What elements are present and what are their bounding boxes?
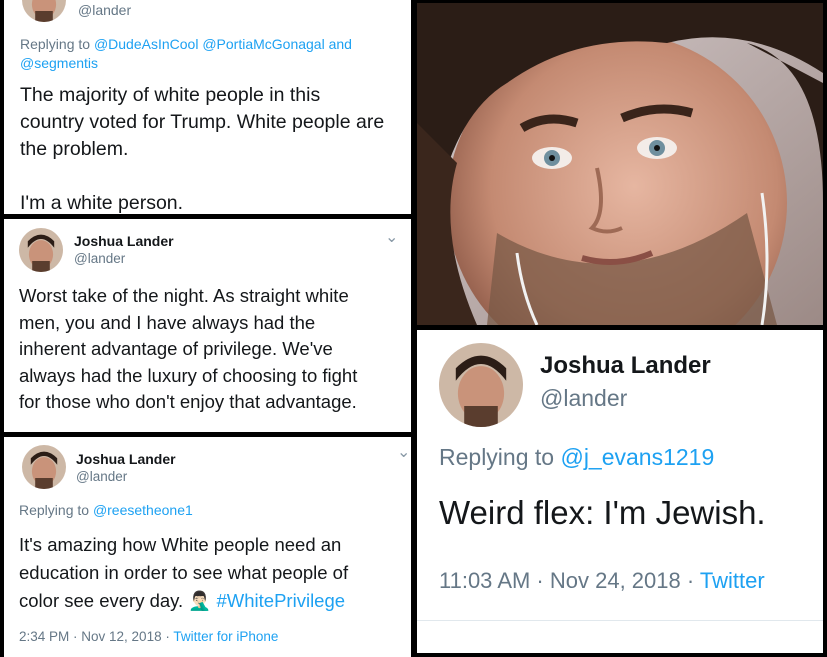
timestamp: 2:34 PM · Nov 12, 2018 · xyxy=(19,629,174,644)
user-name[interactable]: Joshua Lander xyxy=(76,451,176,467)
tweet-metadata: 2:34 PM · Nov 12, 2018 · Twitter for iPh… xyxy=(19,629,278,644)
tweet-text: It's amazing how White people need an ed… xyxy=(19,531,348,615)
tweet-line: the problem. xyxy=(20,138,129,160)
tweet-line: I'm a white person. xyxy=(20,192,184,214)
tweet-panel-2: Joshua Lander @lander ⌄ Worst take of th… xyxy=(4,219,411,432)
reply-and: and xyxy=(324,36,352,52)
tweet-text: The majority of white people in this cou… xyxy=(20,82,384,214)
tweet-panel-3: Joshua Lander @lander ⌄ Replying to @ree… xyxy=(4,437,411,657)
mention-reesetheone1[interactable]: @reesetheone1 xyxy=(93,502,193,518)
replying-to-label: Replying to xyxy=(439,444,561,470)
avatar[interactable] xyxy=(22,0,66,22)
user-name[interactable]: Joshua Lander xyxy=(74,233,174,249)
chevron-down-icon[interactable]: ⌄ xyxy=(397,442,410,462)
tweet-line: for those who don't enjoy that advantage… xyxy=(19,391,357,412)
mention-portiamcgonagal[interactable]: @PortiaMcGonagal xyxy=(202,36,324,52)
tweet-line: inherent advantage of privilege. We've xyxy=(19,338,333,359)
tweet-panel-1: @lander Replying to @DudeAsInCool @Porti… xyxy=(4,0,411,214)
tweet-line: always had the luxury of choosing to fig… xyxy=(19,364,358,386)
avatar[interactable] xyxy=(22,445,66,489)
user-handle[interactable]: @lander xyxy=(76,469,127,484)
user-handle[interactable]: @lander xyxy=(540,385,627,412)
tweet-line: color see every day. 🤦🏻‍♂️ #WhitePrivile… xyxy=(19,587,348,615)
selfie-image xyxy=(417,3,823,325)
tweet-panel-4: Joshua Lander @lander Replying to @j_eva… xyxy=(417,330,823,653)
chevron-down-icon[interactable]: ⌄ xyxy=(385,227,398,247)
tweet-text: Worst take of the night. As straight whi… xyxy=(19,283,357,416)
avatar[interactable] xyxy=(19,228,63,272)
tweet-line-text: color see every day. xyxy=(19,590,189,611)
tweet-line: men, you and I have always had the xyxy=(19,311,316,333)
timestamp: 11:03 AM · Nov 24, 2018 · xyxy=(439,568,700,593)
replying-to-label: Replying to xyxy=(20,36,94,52)
tweet-line: Worst take of the night. As straight whi… xyxy=(19,285,349,306)
avatar[interactable] xyxy=(439,343,523,427)
tweet-line: education in order to see what people of xyxy=(19,562,349,583)
source-link[interactable]: Twitter for iPhone xyxy=(173,629,278,644)
user-name[interactable]: Joshua Lander xyxy=(540,352,711,380)
facepalm-emoji: 🤦🏻‍♂️ xyxy=(188,590,212,611)
tweet-text: Weird flex: I'm Jewish. xyxy=(439,494,766,531)
tweet-line: The majority of white people in this xyxy=(20,84,321,106)
mention-segmentis[interactable]: @segmentis xyxy=(20,55,98,71)
tweet-line: country voted for Trump. White people ar… xyxy=(20,111,385,133)
replying-to: Replying to @DudeAsInCool @PortiaMcGonag… xyxy=(20,35,400,73)
tweet-line: It's amazing how White people need an xyxy=(19,534,342,555)
replying-to-label: Replying to xyxy=(19,502,93,518)
divider xyxy=(417,620,823,621)
tweet-metadata: 11:03 AM · Nov 24, 2018 · Twitter xyxy=(439,568,765,594)
user-handle[interactable]: @lander xyxy=(78,2,131,18)
hashtag-whiteprivilege[interactable]: #WhitePrivilege xyxy=(217,590,346,611)
source-link[interactable]: Twitter xyxy=(700,568,765,593)
profile-photo xyxy=(417,3,823,325)
replying-to: Replying to @reesetheone1 xyxy=(19,502,193,518)
replying-to: Replying to @j_evans1219 xyxy=(439,444,714,471)
mention-dudeasincool[interactable]: @DudeAsInCool xyxy=(94,36,199,52)
mention-j-evans1219[interactable]: @j_evans1219 xyxy=(560,444,714,470)
user-handle[interactable]: @lander xyxy=(74,251,125,266)
